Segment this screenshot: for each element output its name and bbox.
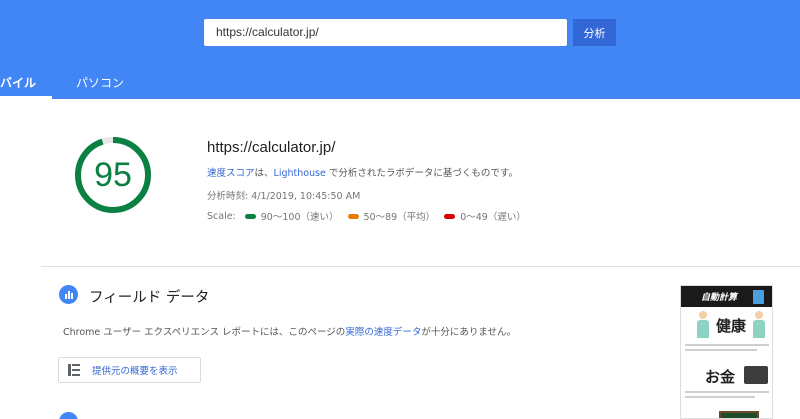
next-section-icon — [59, 412, 78, 419]
thumbnail-text-line — [685, 344, 769, 346]
real-speed-data-link[interactable]: 実際の速度データ — [345, 327, 421, 338]
speed-score-link[interactable]: 速度スコア — [207, 168, 255, 179]
next-section-title — [89, 412, 149, 419]
scale-fast: 90～100（速い） — [244, 209, 339, 223]
tab-mobile-label: バイル — [0, 76, 37, 90]
field-text-prefix: Chrome ユーザー エクスペリエンス レポートには、このページの — [63, 327, 346, 338]
tab-mobile[interactable]: バイル — [0, 67, 52, 99]
desc-text: は、 — [254, 168, 274, 179]
scale-average: 50～89（平均） — [347, 209, 436, 223]
thumbnail-text-line — [685, 391, 769, 393]
chalkboard-image — [719, 411, 759, 418]
scale-slow: 0～49（遅い） — [444, 209, 526, 223]
score-description: 速度スコアは、Lighthouse で分析されたラボデータに基づくものです。 — [207, 165, 518, 179]
origin-button-label: 提供元の概要を表示 — [92, 366, 178, 377]
scale-fast-label: 90～100（速い） — [260, 212, 339, 223]
average-pill-icon — [347, 213, 359, 219]
top-bar: 分析 バイル パソコン — [0, 0, 800, 99]
show-origin-summary-button[interactable]: 提供元の概要を表示 — [58, 357, 201, 383]
bar-chart-icon — [59, 285, 78, 304]
scale-average-label: 50～89（平均） — [363, 212, 436, 223]
score-scale: Scale: 90～100（速い） 50～89（平均） 0～49（遅い） — [207, 209, 526, 224]
thumbnail-health-label: 健康 — [716, 317, 747, 335]
field-data-message: Chrome ユーザー エクスペリエンス レポートには、このページの実際の速度デ… — [63, 324, 516, 338]
person-icon — [753, 311, 765, 339]
thumbnail-logo: 自動計算 — [701, 293, 738, 303]
slow-pill-icon — [444, 213, 456, 219]
person-icon — [697, 311, 709, 339]
calculator-icon — [753, 290, 764, 304]
thumbnail-text-line — [685, 396, 755, 398]
field-data-title: フィールド データ — [89, 290, 210, 306]
thumbnail-text-line — [685, 349, 757, 351]
analyzed-url: https://calculator.jp/ — [207, 139, 336, 156]
desc-suffix: で分析されたラボデータに基づくものです。 — [325, 168, 518, 179]
url-input[interactable] — [204, 19, 567, 46]
wallet-image — [744, 366, 768, 384]
origin-summary-icon — [68, 364, 80, 376]
field-text-suffix: が十分にありません。 — [421, 327, 517, 338]
tab-desktop-label: パソコン — [76, 76, 125, 90]
thumbnail-money-label: お金 — [705, 368, 736, 386]
tab-desktop[interactable]: パソコン — [76, 67, 124, 99]
analysis-timestamp: 分析時刻: 4/1/2019, 10:45:50 AM — [207, 191, 361, 202]
page-screenshot-thumbnail: 自動計算 健康 お金 — [680, 285, 773, 419]
scale-slow-label: 0～49（遅い） — [460, 212, 526, 223]
scale-label: Scale: — [207, 210, 236, 222]
section-divider — [41, 266, 800, 267]
lighthouse-link[interactable]: Lighthouse — [274, 168, 326, 179]
active-tab-indicator — [0, 96, 52, 99]
fast-pill-icon — [244, 213, 256, 219]
performance-score: 95 — [94, 155, 132, 194]
analyze-button[interactable]: 分析 — [573, 19, 616, 46]
